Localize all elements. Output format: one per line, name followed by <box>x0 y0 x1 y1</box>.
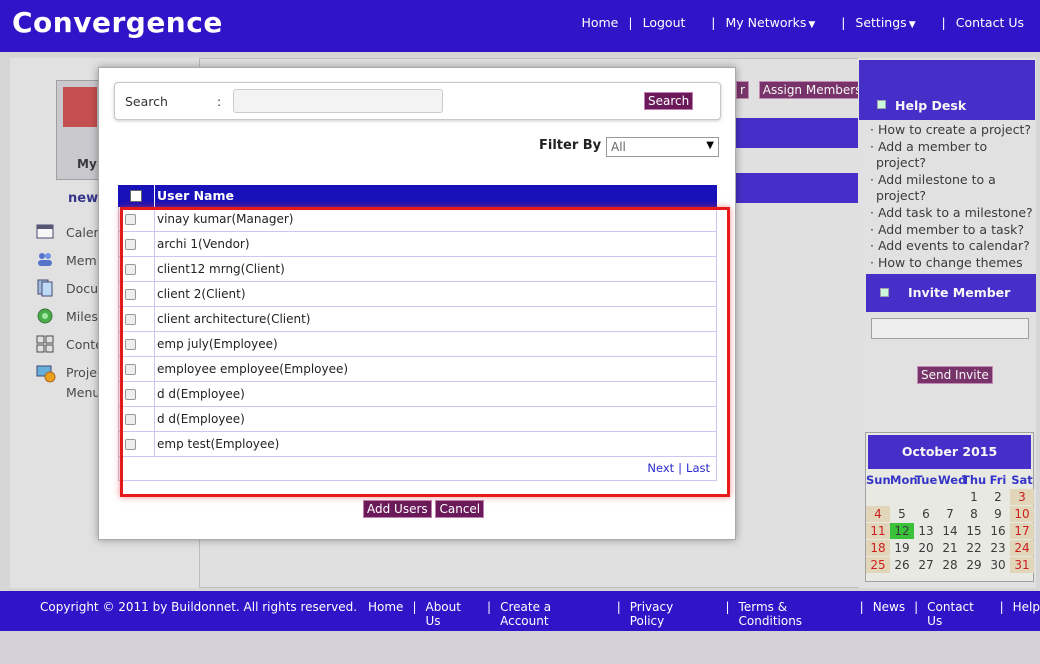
nav-my-networks[interactable]: My Networks ▼ <box>726 15 816 30</box>
row-checkbox[interactable] <box>125 313 136 325</box>
user-name-cell: client12 mrng(Client) <box>157 262 285 276</box>
search-colon: : <box>217 94 222 109</box>
table-row[interactable]: vinay kumar(Manager) <box>118 207 717 232</box>
row-checkbox[interactable] <box>125 413 136 425</box>
footer-link-privacy[interactable]: Privacy Policy <box>630 600 709 628</box>
app-footer: Copyright © 2011 by Buildonnet. All righ… <box>0 591 1040 631</box>
modal-actions: Add Users Cancel <box>363 500 485 518</box>
search-input[interactable] <box>233 89 443 113</box>
nav-logout[interactable]: Logout <box>643 15 686 30</box>
filter-select[interactable]: All ▼ <box>606 137 719 157</box>
footer-separator: | <box>999 600 1004 614</box>
table-row[interactable]: client12 mrng(Client) <box>118 257 717 282</box>
footer-separator: | <box>487 600 492 614</box>
bottom-bar <box>0 631 1040 664</box>
user-name-cell: emp july(Employee) <box>157 337 278 351</box>
row-checkbox-cell <box>119 432 155 456</box>
pager-separator: | <box>678 461 683 475</box>
table-row[interactable]: employee employee(Employee) <box>118 357 717 382</box>
users-table: User Name vinay kumar(Manager) archi 1(Ve… <box>118 185 717 481</box>
brand-logo[interactable]: Convergence <box>12 6 223 39</box>
row-checkbox[interactable] <box>125 288 136 300</box>
user-name-cell: client architecture(Client) <box>157 312 311 326</box>
filter-selected-value: All <box>611 140 626 154</box>
user-name-cell: client 2(Client) <box>157 287 246 301</box>
row-checkbox[interactable] <box>125 263 136 275</box>
footer-link-contact[interactable]: Contact Us <box>927 600 990 628</box>
table-row[interactable]: client architecture(Client) <box>118 307 717 332</box>
row-checkbox-cell <box>119 332 155 356</box>
footer-separator: | <box>859 600 864 614</box>
user-name-cell: d d(Employee) <box>157 412 245 426</box>
row-checkbox[interactable] <box>125 388 136 400</box>
footer-link-about[interactable]: About Us <box>425 600 478 628</box>
row-checkbox-cell <box>119 407 155 431</box>
footer-separator: | <box>609 600 621 614</box>
user-name-cell: employee employee(Employee) <box>157 362 349 376</box>
row-checkbox-cell <box>119 382 155 406</box>
nav-separator: | <box>695 15 716 30</box>
footer-links: Home | About Us | Create a Account | Priva… <box>368 600 1040 628</box>
caret-down-icon: ▼ <box>908 20 916 30</box>
row-checkbox-cell <box>119 257 155 281</box>
search-label: Search <box>125 94 168 109</box>
add-users-modal: Search : Search Filter By : All ▼ User N… <box>98 67 736 540</box>
nav-separator: | <box>628 15 633 30</box>
users-table-header: User Name <box>118 185 717 207</box>
footer-separator: | <box>717 600 730 614</box>
table-row[interactable]: emp test(Employee) <box>118 432 717 457</box>
filter-label: Filter By : <box>539 138 611 153</box>
footer-link-create-account[interactable]: Create a Account <box>500 600 600 628</box>
column-user-name: User Name <box>154 185 234 207</box>
nav-separator: | <box>825 15 846 30</box>
footer-link-home[interactable]: Home <box>368 600 403 628</box>
row-checkbox[interactable] <box>125 213 136 225</box>
pager-next-link[interactable]: Next <box>647 461 674 475</box>
row-checkbox-cell <box>119 357 155 381</box>
footer-link-news[interactable]: News <box>873 600 905 628</box>
users-table-body: vinay kumar(Manager) archi 1(Vendor) clien… <box>118 207 717 457</box>
nav-separator: | <box>925 15 946 30</box>
select-all-cell <box>118 190 154 202</box>
row-checkbox[interactable] <box>125 238 136 250</box>
cancel-button[interactable]: Cancel <box>435 500 485 518</box>
user-name-cell: emp test(Employee) <box>157 437 280 451</box>
footer-link-help[interactable]: Help <box>1013 600 1040 628</box>
table-row[interactable]: d d(Employee) <box>118 407 717 432</box>
row-checkbox-cell <box>119 282 155 306</box>
table-row[interactable]: emp july(Employee) <box>118 332 717 357</box>
row-checkbox[interactable] <box>125 338 136 350</box>
footer-link-terms[interactable]: Terms & Conditions <box>739 600 851 628</box>
table-row[interactable]: d d(Employee) <box>118 382 717 407</box>
table-row[interactable]: client 2(Client) <box>118 282 717 307</box>
caret-down-icon: ▼ <box>808 20 816 30</box>
user-name-cell: d d(Employee) <box>157 387 245 401</box>
footer-separator: | <box>914 600 919 614</box>
footer-separator: | <box>412 600 417 614</box>
table-row[interactable]: archi 1(Vendor) <box>118 232 717 257</box>
nav-home[interactable]: Home <box>581 15 618 30</box>
app-header: Convergence Home | Logout | My Networks ▼… <box>0 0 1040 52</box>
search-panel: Search : Search <box>114 82 721 120</box>
user-name-cell: archi 1(Vendor) <box>157 237 250 251</box>
dropdown-arrow-icon: ▼ <box>706 140 714 151</box>
row-checkbox[interactable] <box>125 363 136 375</box>
row-checkbox-cell <box>119 232 155 256</box>
select-all-checkbox[interactable] <box>130 190 142 202</box>
search-button[interactable]: Search <box>644 92 694 110</box>
row-checkbox-cell <box>119 207 155 231</box>
nav-contact-us[interactable]: Contact Us <box>956 15 1024 30</box>
copyright-text: Copyright © 2011 by Buildonnet. All righ… <box>40 600 358 614</box>
nav-settings[interactable]: Settings ▼ <box>855 15 915 30</box>
top-nav: Home | Logout | My Networks ▼ | Settings ▼… <box>581 15 1024 30</box>
pagination: Next | Last <box>118 457 717 481</box>
row-checkbox-cell <box>119 307 155 331</box>
add-users-button[interactable]: Add Users <box>363 500 432 518</box>
user-name-cell: vinay kumar(Manager) <box>157 212 294 226</box>
pager-last-link[interactable]: Last <box>686 461 710 475</box>
row-checkbox[interactable] <box>125 438 136 450</box>
